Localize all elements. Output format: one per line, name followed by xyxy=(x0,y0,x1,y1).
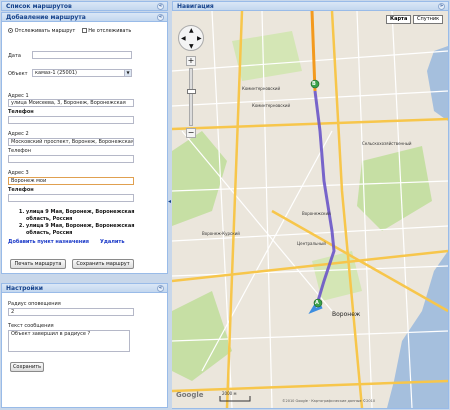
map-label: Центральный xyxy=(297,241,326,246)
zoom-in-button[interactable]: + xyxy=(186,56,196,66)
address2-label: Адрес 2 xyxy=(8,131,29,137)
chevron-down-icon[interactable]: ▼ xyxy=(124,70,131,76)
delete-link[interactable]: Удалить xyxy=(100,239,125,245)
pan-right-icon[interactable]: ▶ xyxy=(197,35,202,42)
map-canvas[interactable] xyxy=(172,11,448,408)
route-list-title: Список маршрутов xyxy=(6,3,72,10)
route-list-header[interactable]: Список маршрутов « xyxy=(2,2,167,10)
pan-left-icon[interactable]: ◀ xyxy=(181,35,186,42)
pan-control[interactable]: ▲ ▼ ◀ ▶ xyxy=(178,25,204,51)
copyright: ©2010 Google · Картографические данные ©… xyxy=(282,399,376,403)
address1-phone-label: Телефон xyxy=(8,109,34,115)
track-radio-label: Отслеживать маршрут xyxy=(14,28,76,34)
add-route-title: Добавление маршрута xyxy=(6,14,86,21)
map-view[interactable]: B A Карта Спутник ▲ ▼ ◀ ▶ + − Коминтерно… xyxy=(172,11,448,408)
collapse-icon[interactable]: « xyxy=(157,14,164,21)
settings-save-button[interactable]: Сохранить xyxy=(10,362,44,372)
no-track-checkbox[interactable] xyxy=(81,28,87,33)
pan-up-icon[interactable]: ▲ xyxy=(189,27,194,34)
map-label: Коминтерновский xyxy=(242,86,281,91)
address3-phone-field[interactable] xyxy=(8,194,134,202)
object-select-value: камаз-1 (25001) xyxy=(35,70,77,76)
collapse-icon[interactable]: « xyxy=(157,285,164,292)
add-route-panel: Добавление маршрута « Отслеживать маршру… xyxy=(1,12,168,274)
address3-phone-label: Телефон xyxy=(8,187,34,193)
address1-phone-field[interactable] xyxy=(8,116,134,124)
date-label: Дата xyxy=(8,53,21,59)
zoom-slider[interactable] xyxy=(187,68,196,126)
radius-label: Радиус оповещения xyxy=(8,301,61,307)
route-list-panel: Список маршрутов « xyxy=(1,1,168,11)
navigation-title: Навигация xyxy=(177,3,214,10)
message-textarea[interactable]: Объект завершил в радиусе ? xyxy=(8,330,130,352)
address2-phone-field[interactable] xyxy=(8,155,134,163)
settings-title: Настройки xyxy=(6,285,44,292)
map-type-satellite-button[interactable]: Спутник xyxy=(413,15,444,24)
settings-panel: Настройки « Радиус оповещения 2 Текст со… xyxy=(1,283,168,408)
map-type-map-button[interactable]: Карта xyxy=(386,15,412,24)
object-label: Объект xyxy=(8,71,28,77)
google-logo: Google xyxy=(176,391,204,399)
date-field[interactable] xyxy=(32,51,132,59)
map-city-label: Воронеж xyxy=(332,311,361,318)
suggestion-item[interactable]: улица 9 Мая, Воронеж, Воронежская област… xyxy=(26,209,148,223)
object-select[interactable]: камаз-1 (25001) ▼ xyxy=(32,69,132,77)
map-label: Коминтерновский xyxy=(252,103,291,108)
marker-b-label[interactable]: B xyxy=(312,81,316,87)
no-track-label: Не отслеживать xyxy=(88,28,132,34)
add-point-link[interactable]: Добавить пункт назначения xyxy=(8,239,89,245)
chevron-left-icon[interactable]: ◂ xyxy=(168,198,171,205)
track-radio[interactable] xyxy=(8,28,13,33)
navigation-header[interactable]: Навигация » xyxy=(173,2,448,11)
radius-field[interactable]: 2 xyxy=(8,308,134,316)
track-options: Отслеживать маршрут Не отслеживать xyxy=(8,28,131,34)
message-label: Текст сообщения xyxy=(8,323,54,329)
zoom-slider-handle[interactable] xyxy=(187,89,196,94)
address2-phone-label: Телефон xyxy=(8,148,32,154)
address3-label: Адрес 3 xyxy=(8,170,29,176)
map-label: Воронежский xyxy=(302,211,331,216)
pan-down-icon[interactable]: ▼ xyxy=(189,43,194,50)
address3-field[interactable]: Воронеж мои xyxy=(8,177,134,185)
expand-icon[interactable]: » xyxy=(438,3,445,10)
scale-label: 2000 м xyxy=(222,391,237,396)
add-route-header[interactable]: Добавление маршрута « xyxy=(2,13,167,22)
marker-a-label[interactable]: A xyxy=(315,300,319,306)
zoom-out-button[interactable]: − xyxy=(186,128,196,138)
suggestion-item[interactable]: улица 9 Мая, Воронеж, Воронежская област… xyxy=(26,223,148,237)
map-label: Воронеж-Курский xyxy=(202,231,240,236)
address1-field[interactable]: улица Моисеева, 3, Воронеж, Воронежская xyxy=(8,99,134,107)
settings-header[interactable]: Настройки « xyxy=(2,284,167,293)
collapse-icon[interactable]: « xyxy=(157,3,164,10)
address-suggestion-list: улица 9 Мая, Воронеж, Воронежская област… xyxy=(20,209,148,237)
print-route-button[interactable]: Печать маршрута xyxy=(10,259,66,269)
address2-field[interactable]: Московский проспект, Воронеж, Воронежска… xyxy=(8,138,134,146)
map-label: Сельскохозяйственный xyxy=(362,141,412,146)
save-route-button[interactable]: Сохранить маршрут xyxy=(72,259,134,269)
